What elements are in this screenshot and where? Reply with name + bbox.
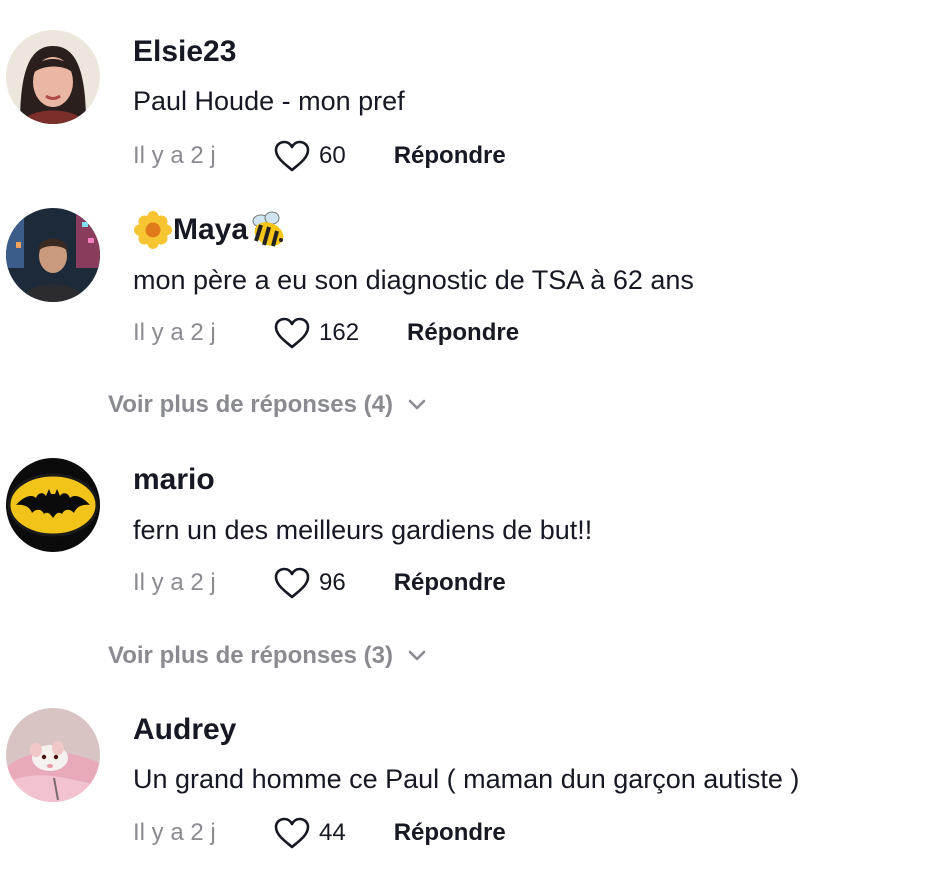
city-night-portrait-avatar-icon <box>6 208 100 302</box>
avatar[interactable] <box>6 30 100 124</box>
avatar[interactable] <box>6 458 100 552</box>
flower-emoji-icon <box>133 210 173 250</box>
view-more-replies-button[interactable]: Voir plus de réponses (4) <box>108 387 427 423</box>
comment-text: mon père a eu son diagnostic de TSA à 62… <box>133 265 694 295</box>
woman-portrait-avatar-icon <box>6 30 100 124</box>
batman-logo-avatar-icon <box>6 458 100 552</box>
username-text: mario <box>133 463 215 496</box>
comment-text: fern un des meilleurs gardiens de but!! <box>133 515 593 545</box>
comment-time: Il y a 2 j <box>133 142 216 169</box>
heart-icon <box>274 140 310 172</box>
like-count: 44 <box>319 819 346 846</box>
reply-button[interactable]: Répondre <box>394 819 506 847</box>
username-text: Elsie23 <box>133 35 237 68</box>
view-more-replies-button[interactable]: Voir plus de réponses (3) <box>108 638 427 674</box>
bee-emoji-icon <box>248 210 288 250</box>
view-more-replies-label: Voir plus de réponses (4) <box>108 391 393 418</box>
like-count: 162 <box>319 319 360 346</box>
comment-time: Il y a 2 j <box>133 569 216 596</box>
heart-icon <box>274 567 310 599</box>
comment-text: Paul Houde - mon pref <box>133 86 405 116</box>
heart-icon <box>274 317 310 349</box>
like-button[interactable]: 162 <box>273 316 359 350</box>
username[interactable]: Maya <box>133 210 288 250</box>
like-button[interactable]: 60 <box>273 139 346 173</box>
view-more-replies-label: Voir plus de réponses (3) <box>108 642 393 669</box>
like-button[interactable]: 44 <box>273 816 346 850</box>
comment-time: Il y a 2 j <box>133 319 216 346</box>
comment-meta: Il y a 2 j 44 Répondre <box>133 813 506 853</box>
heart-icon <box>274 817 310 849</box>
username[interactable]: Audrey <box>133 712 236 748</box>
like-button[interactable]: 96 <box>273 566 346 600</box>
avatar[interactable] <box>6 708 100 802</box>
username[interactable]: Elsie23 <box>133 34 236 70</box>
comment-meta: Il y a 2 j 162 Répondre <box>133 313 519 353</box>
like-count: 60 <box>319 142 346 169</box>
reply-button[interactable]: Répondre <box>407 319 519 347</box>
reply-button[interactable]: Répondre <box>394 142 506 170</box>
avatar[interactable] <box>6 208 100 302</box>
chevron-down-icon <box>408 399 426 410</box>
comment-text: Un grand homme ce Paul ( maman dun garço… <box>133 764 800 794</box>
username-text: Audrey <box>133 713 237 746</box>
pet-rat-avatar-icon <box>6 708 100 802</box>
username[interactable]: mario <box>133 462 215 498</box>
chevron-down-icon <box>408 650 426 661</box>
comment-meta: Il y a 2 j 60 Répondre <box>133 136 506 176</box>
reply-button[interactable]: Répondre <box>394 569 506 597</box>
like-count: 96 <box>319 569 346 596</box>
comment-meta: Il y a 2 j 96 Répondre <box>133 563 506 603</box>
username-text: Maya <box>173 213 249 246</box>
comment-time: Il y a 2 j <box>133 819 216 846</box>
